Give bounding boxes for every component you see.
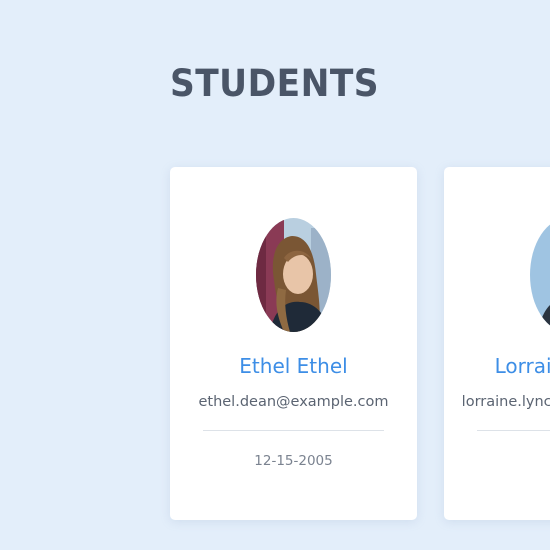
student-date: 02 — [444, 452, 550, 470]
student-card[interactable]: Ethel Ethel ethel.dean@example.com 12-15… — [170, 167, 417, 520]
page-title: STUDENTS — [170, 62, 380, 105]
student-email: ethel.dean@example.com — [198, 394, 389, 410]
woman-portrait-icon — [256, 218, 331, 332]
student-card[interactable]: Lorraine Lynch lorraine.lynch@example.co… — [444, 167, 550, 520]
card-divider — [477, 430, 550, 431]
student-avatar — [256, 218, 331, 332]
student-name[interactable]: Lorraine Lynch — [444, 353, 550, 379]
student-card-list: Ethel Ethel ethel.dean@example.com 12-15… — [170, 167, 550, 520]
student-email: lorraine.lynch@example.com — [461, 394, 550, 410]
student-date: 12-15-2005 — [254, 453, 333, 469]
student-avatar — [530, 218, 550, 332]
student-name[interactable]: Ethel Ethel — [170, 353, 417, 379]
card-divider — [203, 430, 384, 431]
man-portrait-icon — [530, 218, 550, 332]
students-page: STUDENTS Ethel Ethel ethel.dean@example.… — [0, 0, 550, 550]
